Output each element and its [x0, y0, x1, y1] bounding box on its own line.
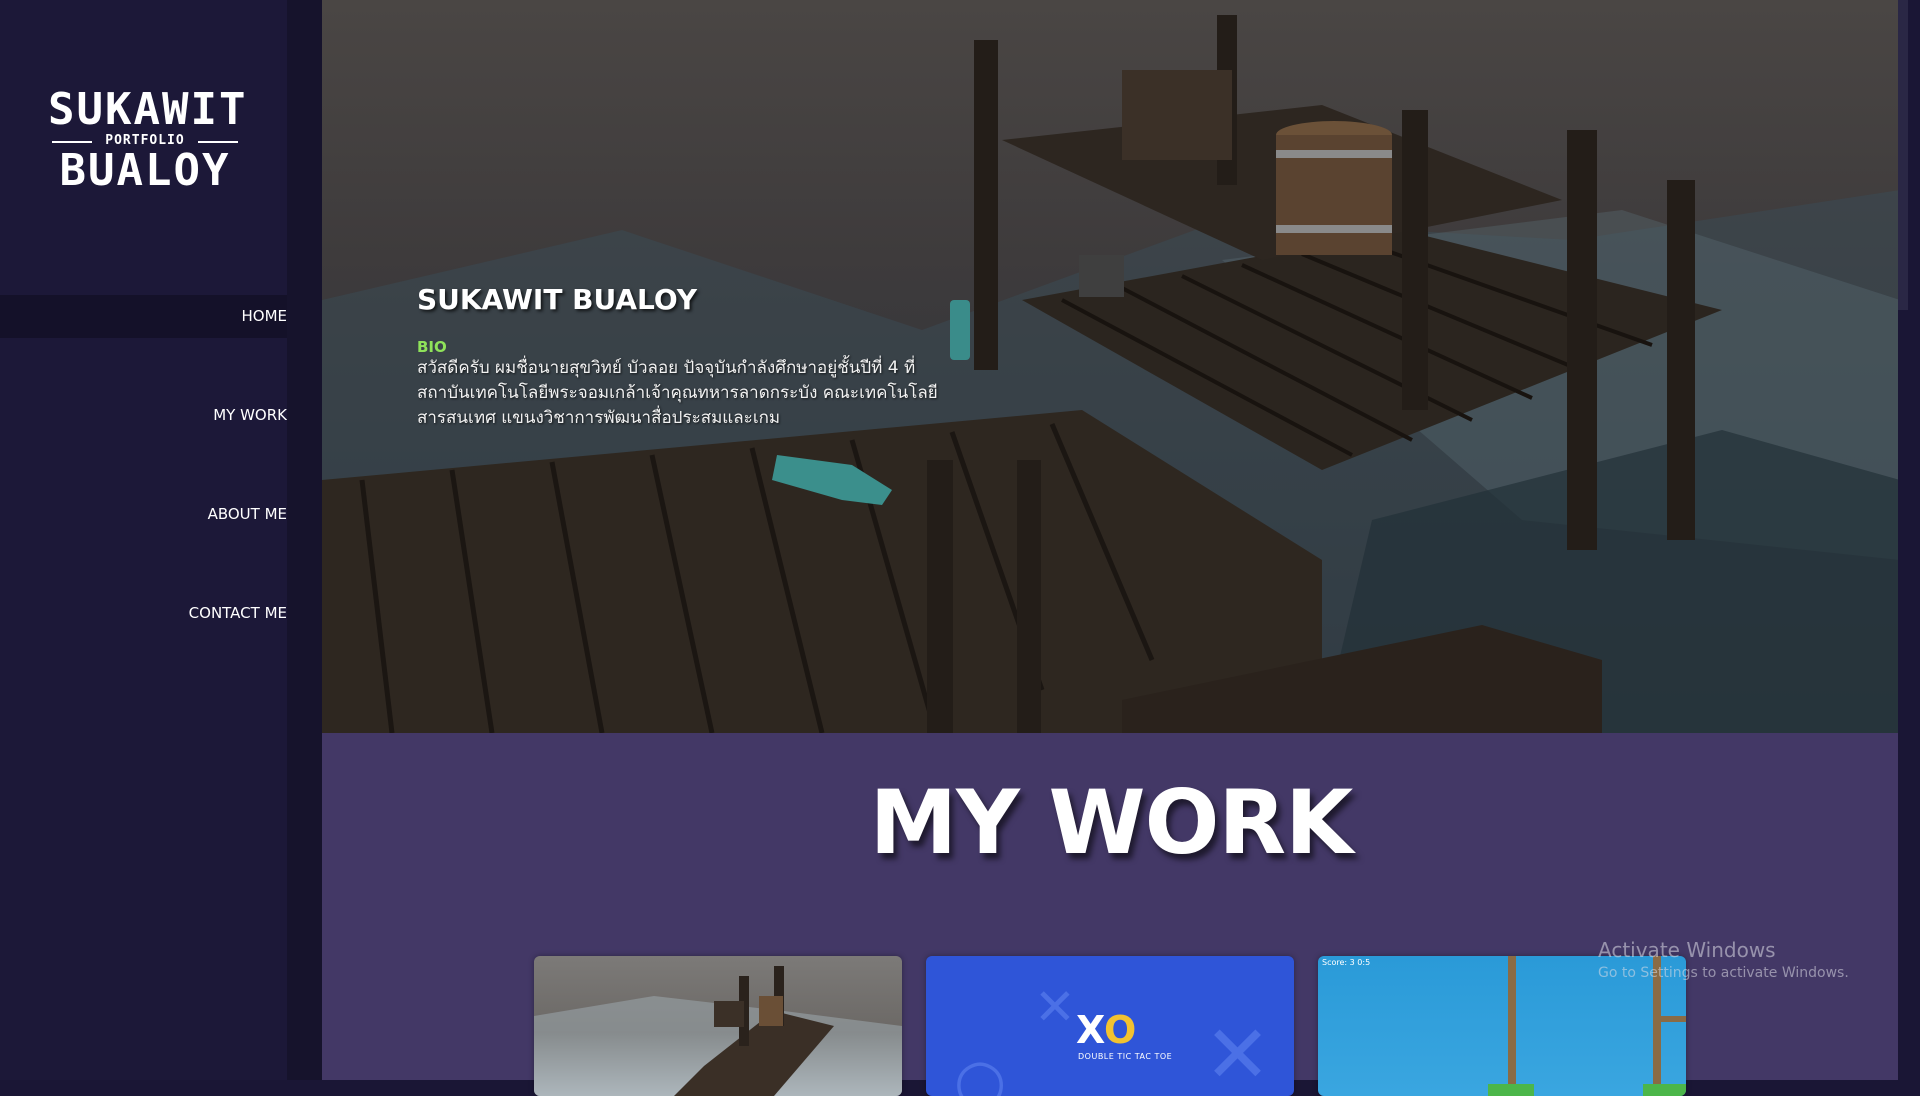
- nav-item-about-me[interactable]: ABOUT ME: [0, 493, 287, 536]
- bio-line: สวัสดีครับ ผมชื่อนายสุขวิทย์ บัวลอย ปัจจ…: [417, 358, 916, 378]
- logo-top-text: SUKAWIT: [48, 84, 248, 135]
- scrollbar-thumb[interactable]: [1898, 0, 1908, 310]
- xo-logo-x: X: [1076, 1008, 1104, 1052]
- activate-windows-watermark: Activate Windows Go to Settings to activ…: [1598, 938, 1849, 981]
- my-work-title: MY WORK: [869, 771, 1354, 874]
- xo-logo-o: O: [1103, 1008, 1137, 1052]
- nav-item-label: HOME: [241, 307, 287, 325]
- logo-middle-text: PORTFOLIO: [48, 134, 242, 147]
- hero-section: SUKAWIT BUALOY BIO สวัสดีครับ ผมชื่อนายส…: [322, 0, 1900, 733]
- bio-text: สวัสดีครับ ผมชื่อนายสุขวิทย์ บัวลอย ปัจจ…: [417, 356, 1037, 431]
- nav-item-label: ABOUT ME: [207, 505, 287, 523]
- xo-logo: XO: [1076, 1008, 1136, 1052]
- pier-thumbnail: [534, 966, 902, 1096]
- nav-item-home[interactable]: HOME: [0, 295, 287, 338]
- nav-item-label: CONTACT ME: [188, 604, 287, 622]
- sidebar-gutter: [287, 0, 322, 1080]
- nav-item-contact-me[interactable]: CONTACT ME: [0, 592, 287, 635]
- o-decoration-icon: ○: [954, 1046, 1007, 1096]
- hero-text: SUKAWIT BUALOY BIO สวัสดีครับ ผมชื่อนายส…: [417, 283, 1037, 431]
- bio-label: BIO: [417, 338, 447, 356]
- x-decoration-icon: ✕: [1034, 978, 1076, 1036]
- site-logo[interactable]: SUKAWIT PORTFOLIO BUALOY: [48, 84, 248, 193]
- bio-line: สถาบันเทคโนโลยีพระจอมเกล้าเจ้าคุณทหารลาด…: [417, 383, 938, 403]
- xo-subtitle: DOUBLE TIC TAC TOE: [1078, 1052, 1173, 1061]
- sidebar: SUKAWIT PORTFOLIO BUALOY HOME MY WORK AB…: [0, 0, 287, 1080]
- work-card-pier-scene[interactable]: [534, 956, 902, 1096]
- nav-item-my-work[interactable]: MY WORK: [0, 394, 287, 437]
- watermark-subtitle: Go to Settings to activate Windows.: [1598, 965, 1849, 981]
- x-decoration-icon: ✕: [1204, 1008, 1272, 1096]
- work-card-xo-game[interactable]: ✕ ✕ ○ XO DOUBLE TIC TAC TOE: [926, 956, 1294, 1096]
- my-work-section: MY WORK ✕ ✕ ○ XO DOUBLE TIC TAC TOE Scor…: [322, 733, 1900, 1096]
- hero-title: SUKAWIT BUALOY: [417, 283, 697, 316]
- watermark-title: Activate Windows: [1598, 938, 1776, 962]
- page-scrollbar[interactable]: [1898, 0, 1920, 1080]
- logo-bottom-text: BUALOY: [59, 145, 231, 196]
- main-nav: HOME MY WORK ABOUT ME CONTACT ME: [0, 295, 287, 635]
- nav-item-label: MY WORK: [213, 406, 287, 424]
- bio-line: สารสนเทศ แขนงวิชาการพัฒนาสื่อประสมและเกม: [417, 408, 781, 428]
